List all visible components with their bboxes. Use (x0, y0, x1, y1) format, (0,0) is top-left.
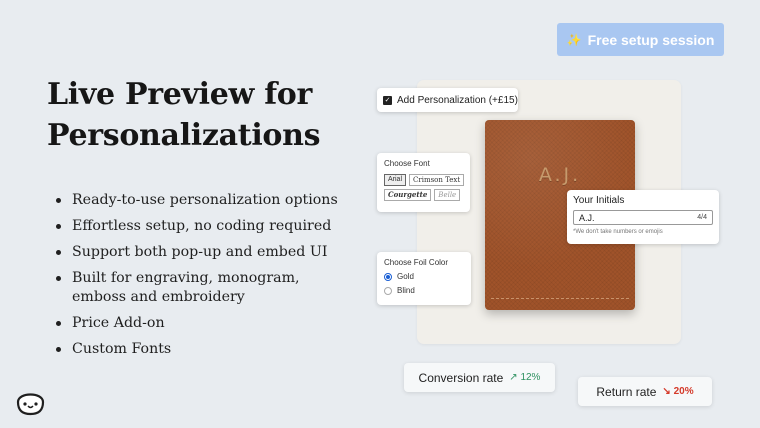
conversion-rate-badge: Conversion rate ↗ 12% (404, 363, 555, 392)
add-personalization-checkbox[interactable]: ✓ Add Personalization (+£15) (377, 88, 518, 112)
font-picker-title: Choose Font (384, 159, 430, 168)
radio-unselected-icon (384, 286, 392, 295)
return-rate-value: 20% (673, 386, 694, 397)
return-rate-label: Return rate (596, 384, 657, 399)
feature-item: Built for engraving, monogram, emboss an… (56, 269, 356, 307)
foil-option-label: Blind (397, 286, 415, 295)
foil-option-gold[interactable]: Gold (384, 272, 464, 281)
product-initials: A.J. (538, 164, 582, 186)
page-title-line-2: Personalizations (47, 118, 321, 153)
free-setup-session-label: Free setup session (587, 31, 715, 48)
stitch-line (491, 298, 629, 299)
smiley-face-icon (16, 393, 45, 416)
sparkle-icon: ✨ (566, 32, 582, 47)
feature-item: Support both pop-up and embed UI (56, 243, 356, 262)
feature-item: Ready-to-use personalization options (56, 191, 356, 210)
page-title: Live Preview for Personalizations (47, 74, 367, 156)
initials-field-card: Your Initials A.J. 4/4 *We don't take nu… (567, 190, 719, 244)
free-setup-session-button[interactable]: ✨ Free setup session (557, 23, 724, 56)
arrow-down-right-icon: ↘ (662, 386, 671, 397)
foil-option-label: Gold (397, 272, 414, 281)
initials-field-title: Your Initials (573, 195, 625, 206)
feature-item: Price Add-on (56, 314, 356, 333)
radio-selected-icon (384, 272, 392, 281)
foil-picker-title: Choose Foil Color (384, 258, 449, 267)
font-option-crimson-text[interactable]: Crimson Text (409, 174, 465, 186)
font-picker: Choose Font Arial Crimson Text Courgette… (377, 153, 470, 212)
page-title-line-1: Live Preview for (47, 77, 313, 112)
return-rate-badge: Return rate ↘ 20% (578, 377, 712, 406)
return-rate-change: ↘ 20% (662, 386, 693, 397)
conversion-rate-change: ↗ 12% (509, 372, 540, 383)
font-option-courgette[interactable]: Courgette (384, 189, 432, 201)
conversion-rate-value: 12% (520, 372, 541, 383)
add-personalization-label: Add Personalization (+£15) (397, 94, 518, 106)
font-option-arial[interactable]: Arial (384, 174, 407, 186)
character-counter: 4/4 (697, 214, 707, 221)
checkbox-checked-icon: ✓ (383, 95, 392, 105)
feature-item: Custom Fonts (56, 340, 356, 359)
conversion-rate-label: Conversion rate (418, 370, 504, 385)
initials-input[interactable]: A.J. 4/4 (573, 210, 713, 225)
feature-item: Effortless setup, no coding required (56, 217, 356, 236)
foil-color-picker: Choose Foil Color Gold Blind (377, 252, 471, 305)
feature-list: Ready-to-use personalization options Eff… (56, 191, 356, 366)
foil-option-blind[interactable]: Blind (384, 286, 464, 295)
arrow-up-right-icon: ↗ (509, 372, 518, 383)
initials-input-value: A.J. (579, 212, 595, 223)
font-option-belle[interactable]: Belle (434, 189, 461, 201)
initials-help-text: *We don't take numbers or emojis (573, 229, 663, 235)
